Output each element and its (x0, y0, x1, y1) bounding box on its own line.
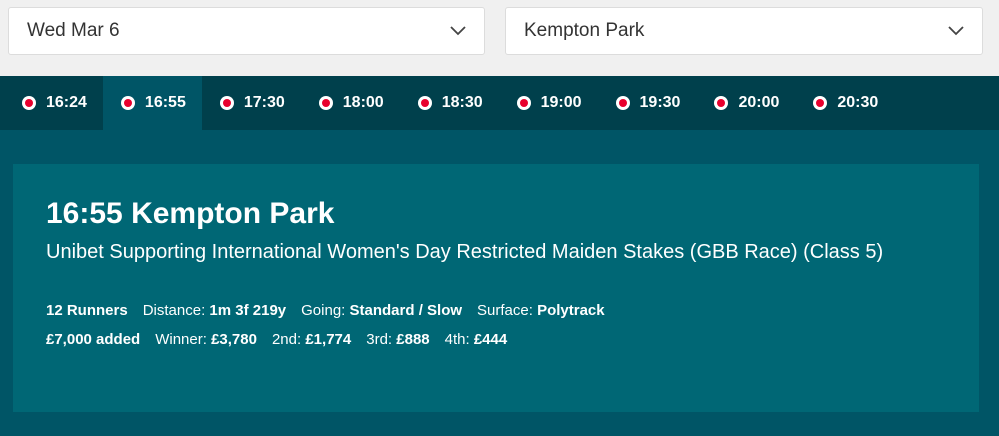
race-status-dot-icon (318, 96, 333, 110)
time-tab-label: 20:00 (738, 94, 780, 111)
time-tab-label: 19:00 (540, 94, 582, 111)
race-status-dot-icon (120, 96, 135, 110)
time-tab-label: 19:30 (639, 94, 681, 111)
fourth-prize: 4th: £444 (444, 331, 508, 348)
race-status-dot-icon (615, 96, 630, 110)
second-prize: 2nd: £1,774 (271, 331, 352, 348)
race-status-dot-icon (219, 96, 234, 110)
race-name: Unibet Supporting International Women's … (46, 241, 884, 263)
prize-added: £7,000 added (46, 331, 141, 348)
third-prize: 3rd: £888 (366, 331, 430, 348)
time-tab[interactable]: 17:30 (202, 76, 301, 130)
race-title: 16:55 Kempton Park (46, 197, 335, 230)
race-status-dot-icon (714, 96, 729, 110)
course-select[interactable]: Kempton Park (505, 7, 983, 55)
time-tab-label: 18:30 (441, 94, 483, 111)
chevron-down-icon (450, 26, 466, 36)
race-time-tabs: 16:24 16:55 17:30 18:00 18:30 19:00 19:3… (0, 76, 999, 130)
race-status-dot-icon (813, 96, 828, 110)
time-tab-label: 18:00 (342, 94, 384, 111)
course-select-value: Kempton Park (524, 20, 645, 41)
distance: Distance: 1m 3f 219y (142, 302, 287, 319)
time-tab[interactable]: 19:00 (499, 76, 598, 130)
race-content: 16:55 Kempton Park Unibet Supporting Int… (0, 130, 999, 436)
race-info-row: 12 Runners Distance: 1m 3f 219y Going: S… (46, 296, 946, 325)
date-select[interactable]: Wed Mar 6 (8, 7, 485, 55)
time-tab[interactable]: 18:30 (400, 76, 499, 130)
time-tab[interactable]: 18:00 (301, 76, 400, 130)
time-tab[interactable]: 16:24 (4, 76, 103, 130)
race-status-dot-icon (516, 96, 531, 110)
time-tab-label: 16:55 (144, 94, 186, 111)
time-tab[interactable]: 20:30 (795, 76, 894, 130)
time-tab-label: 20:30 (837, 94, 879, 111)
race-card: 16:55 Kempton Park Unibet Supporting Int… (13, 164, 979, 412)
race-status-dot-icon (417, 96, 432, 110)
time-tab-active[interactable]: 16:55 (102, 76, 202, 130)
time-tab-label: 16:24 (46, 94, 87, 111)
going: Going: Standard / Slow (301, 302, 463, 319)
prize-row: £7,000 added Winner: £3,780 2nd: £1,774 … (46, 325, 946, 354)
time-tab[interactable]: 19:30 (598, 76, 697, 130)
time-tab[interactable]: 20:00 (696, 76, 795, 130)
runners-count: 12 Runners (46, 302, 128, 319)
date-select-value: Wed Mar 6 (27, 20, 120, 41)
race-meta: 12 Runners Distance: 1m 3f 219y Going: S… (46, 296, 946, 354)
winner-prize: Winner: £3,780 (155, 331, 257, 348)
chevron-down-icon (948, 26, 964, 36)
race-status-dot-icon (22, 96, 36, 110)
time-tab-label: 17:30 (243, 94, 285, 111)
selector-bar: Wed Mar 6 Kempton Park (0, 0, 999, 76)
surface: Surface: Polytrack (477, 302, 605, 319)
